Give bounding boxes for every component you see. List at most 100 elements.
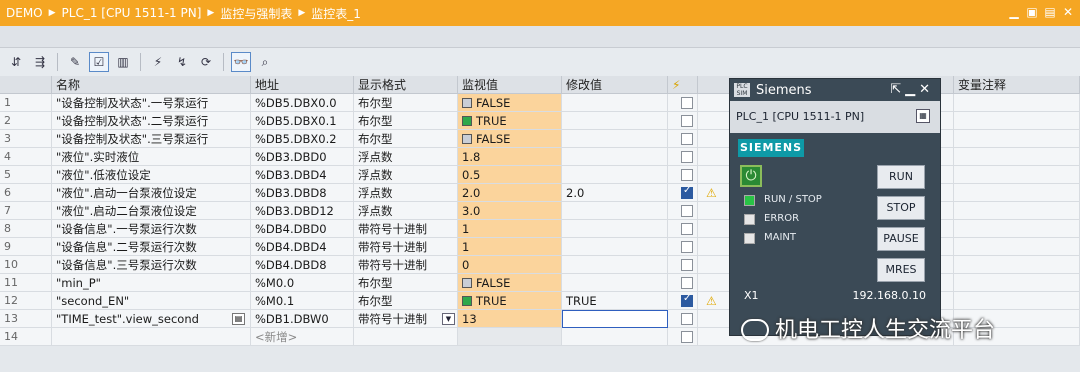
tag-name-cell[interactable]: "设备控制及状态".二号泵运行	[52, 112, 251, 130]
comment-cell[interactable]	[954, 94, 1080, 112]
address-cell[interactable]: %DB4.DBD8	[251, 256, 354, 274]
header-comment[interactable]: 变量注释	[954, 76, 1080, 94]
display-format-cell[interactable]: 浮点数	[354, 184, 458, 202]
modify-all-icon[interactable]: ⟳	[196, 52, 216, 72]
address-cell[interactable]: %DB5.DBX0.1	[251, 112, 354, 130]
monitor-value-cell[interactable]: 1	[458, 220, 562, 238]
rename-icon[interactable]: ✎	[65, 52, 85, 72]
display-format-cell[interactable]: 浮点数	[354, 202, 458, 220]
modify-checkbox[interactable]	[681, 277, 693, 289]
restore-icon[interactable]: ▣	[1026, 5, 1038, 19]
modify-checkbox[interactable]	[681, 293, 693, 307]
tag-name-cell[interactable]: "设备控制及状态".三号泵运行	[52, 130, 251, 148]
modify-value-cell[interactable]	[562, 256, 668, 274]
comment-cell[interactable]	[954, 148, 1080, 166]
comment-cell[interactable]	[954, 112, 1080, 130]
address-cell[interactable]: %DB5.DBX0.0	[251, 94, 354, 112]
tag-browse-button[interactable]: ▤	[232, 313, 245, 325]
modify-checkbox[interactable]	[681, 97, 693, 109]
modify-checkbox[interactable]	[681, 169, 693, 181]
project-view-icon[interactable]: ▦	[916, 109, 930, 123]
display-format-cell[interactable]: 浮点数	[354, 166, 458, 184]
breadcrumb-plc[interactable]: PLC_1 [CPU 1511-1 PN]	[62, 6, 202, 20]
tag-name-cell[interactable]: "液位".实时液位	[52, 148, 251, 166]
run-button[interactable]: RUN	[877, 165, 925, 189]
tag-name-cell[interactable]: "min_P"	[52, 274, 251, 292]
tag-name-cell[interactable]: "second_EN"	[52, 292, 251, 310]
monitor-value-cell[interactable]: 2.0	[458, 184, 562, 202]
tag-name-cell[interactable]: "设备信息".一号泵运行次数	[52, 220, 251, 238]
tag-name-cell[interactable]: "液位".启动二台泵液位设定	[52, 202, 251, 220]
tag-name-cell[interactable]: "液位".启动一台泵液位设定	[52, 184, 251, 202]
monitor-value-cell[interactable]: 0.5	[458, 166, 562, 184]
address-cell[interactable]: %DB3.DBD8	[251, 184, 354, 202]
tag-name-cell[interactable]: "液位".低液位设定	[52, 166, 251, 184]
modify-value-cell[interactable]: 2.0	[562, 184, 668, 202]
header-name[interactable]: 名称	[52, 76, 251, 94]
comment-cell[interactable]	[954, 184, 1080, 202]
monitor-value-cell[interactable]: FALSE	[458, 130, 562, 148]
monitor-value-cell[interactable]: FALSE	[458, 94, 562, 112]
monitor-once-icon[interactable]: ⌕	[255, 52, 275, 72]
display-format-cell[interactable]: 布尔型	[354, 292, 458, 310]
display-format-cell[interactable]: 带符号十进制	[354, 220, 458, 238]
monitor-value-cell[interactable]	[458, 328, 562, 346]
expand-icon[interactable]: ⇱	[890, 82, 905, 97]
modify-checkbox[interactable]	[681, 313, 693, 325]
monitor-edit-icon[interactable]: ☑	[89, 52, 109, 72]
monitor-value-cell[interactable]: 3.0	[458, 202, 562, 220]
tag-name-cell[interactable]: "TIME_test".view_second	[52, 310, 251, 328]
address-cell[interactable]: <新增>	[251, 328, 354, 346]
tag-name-cell[interactable]: "设备控制及状态".一号泵运行	[52, 94, 251, 112]
modify-value-cell[interactable]	[562, 238, 668, 256]
header-modify-value[interactable]: 修改值	[562, 76, 668, 94]
address-cell[interactable]: %DB3.DBD0	[251, 148, 354, 166]
modify-checkbox[interactable]	[681, 205, 693, 217]
modify-value-cell[interactable]	[562, 328, 668, 346]
pause-button[interactable]: PAUSE	[877, 227, 925, 251]
modify-now-icon[interactable]: ⚡	[148, 52, 168, 72]
comment-cell[interactable]	[954, 166, 1080, 184]
header-modify-flag[interactable]: ⚡	[668, 76, 698, 94]
monitor-value-cell[interactable]: 13	[458, 310, 562, 328]
modify-checkbox[interactable]	[681, 259, 693, 271]
modify-value-cell[interactable]	[562, 166, 668, 184]
monitor-value-cell[interactable]: FALSE	[458, 274, 562, 292]
monitor-value-cell[interactable]: 1.8	[458, 148, 562, 166]
monitor-value-cell[interactable]: TRUE	[458, 292, 562, 310]
address-cell[interactable]: %DB4.DBD0	[251, 220, 354, 238]
display-format-cell[interactable]: 带符号十进制	[354, 238, 458, 256]
comment-cell[interactable]	[954, 292, 1080, 310]
address-cell[interactable]: %DB5.DBX0.2	[251, 130, 354, 148]
address-cell[interactable]: %M0.1	[251, 292, 354, 310]
modify-value-cell[interactable]	[562, 220, 668, 238]
minimize-icon[interactable]: ▁	[905, 82, 919, 97]
modify-checkbox[interactable]	[681, 185, 693, 199]
format-icon[interactable]: ▥	[113, 52, 133, 72]
format-dropdown-button[interactable]: ▼	[442, 313, 455, 325]
comment-cell[interactable]	[954, 238, 1080, 256]
monitor-all-icon[interactable]: 👓	[231, 52, 251, 72]
header-address[interactable]: 地址	[251, 76, 354, 94]
breadcrumb-folder[interactable]: 监控与强制表	[220, 5, 292, 22]
modify-value-cell[interactable]	[562, 274, 668, 292]
address-cell[interactable]: %DB3.DBD12	[251, 202, 354, 220]
modify-checkbox[interactable]	[681, 223, 693, 235]
modify-checkbox[interactable]	[681, 115, 693, 127]
comment-cell[interactable]	[954, 130, 1080, 148]
tag-name-cell[interactable]: "设备信息".三号泵运行次数	[52, 256, 251, 274]
power-icon[interactable]: ⏻	[740, 165, 762, 187]
modify-value-cell[interactable]	[562, 202, 668, 220]
insert-row-icon[interactable]: ⇵	[6, 52, 26, 72]
display-format-cell[interactable]	[354, 328, 458, 346]
display-format-cell[interactable]: 布尔型	[354, 274, 458, 292]
monitor-value-cell[interactable]: 0	[458, 256, 562, 274]
close-icon[interactable]: ✕	[919, 82, 934, 97]
modify-checkbox[interactable]	[681, 133, 693, 145]
modify-value-cell[interactable]	[562, 130, 668, 148]
breadcrumb-table[interactable]: 监控表_1	[311, 5, 361, 22]
comment-cell[interactable]	[954, 220, 1080, 238]
minimize-icon[interactable]: ▁	[1008, 5, 1020, 19]
address-cell[interactable]: %DB4.DBD4	[251, 238, 354, 256]
modify-value-cell[interactable]	[562, 148, 668, 166]
